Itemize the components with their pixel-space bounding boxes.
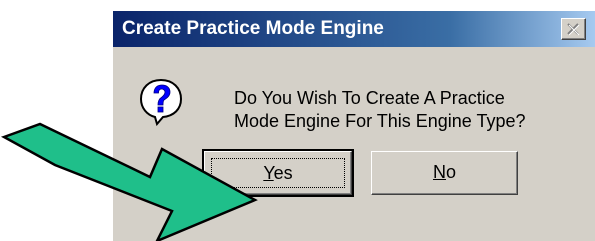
no-button[interactable]: No [371, 151, 518, 195]
screenshot-stage: Create Practice Mode Engine Do You Wish … [0, 0, 595, 241]
no-label-rest: o [445, 162, 456, 182]
close-icon [567, 23, 580, 36]
close-button[interactable] [561, 18, 586, 40]
arrow-right-icon [0, 122, 258, 241]
no-mnemonic: N [432, 162, 446, 182]
